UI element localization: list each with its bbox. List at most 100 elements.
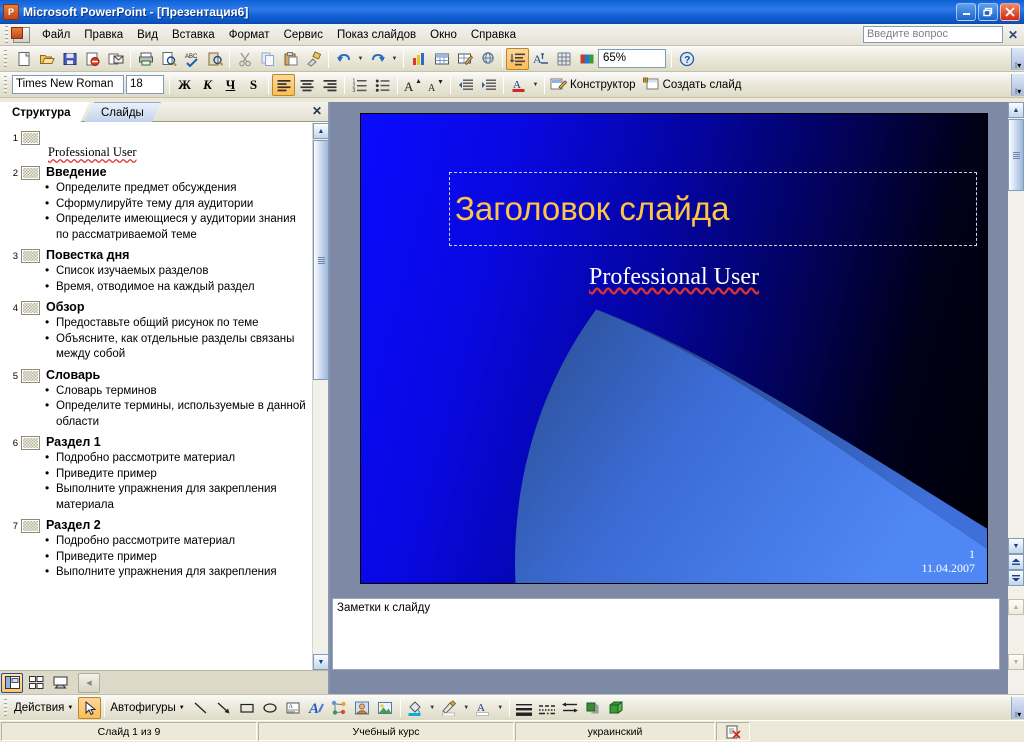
- outline-title[interactable]: Словарь: [46, 367, 100, 383]
- close-pane-button[interactable]: ✕: [312, 104, 322, 118]
- outline-slide-1[interactable]: 1: [4, 129, 308, 145]
- ask-question-input[interactable]: Введите вопрос: [862, 26, 1003, 43]
- chart-icon[interactable]: [407, 48, 430, 70]
- outline-title[interactable]: Обзор: [46, 299, 84, 315]
- menubar-grip[interactable]: [3, 25, 10, 44]
- copy-icon[interactable]: [256, 48, 279, 70]
- open-icon[interactable]: [35, 48, 58, 70]
- expand-all-icon[interactable]: [506, 47, 529, 70]
- help-icon[interactable]: ?: [675, 48, 698, 70]
- menu-item-format[interactable]: Формат: [222, 26, 277, 44]
- notes-pane[interactable]: Заметки к слайду: [332, 598, 1000, 670]
- hyperlink-icon[interactable]: [476, 48, 499, 70]
- picture-icon[interactable]: [374, 697, 397, 719]
- scroll-up-icon[interactable]: ▲: [313, 123, 329, 139]
- restore-button[interactable]: [978, 2, 998, 21]
- menu-item-insert[interactable]: Вставка: [165, 26, 222, 44]
- 3d-style-icon[interactable]: [605, 697, 628, 719]
- increase-font-icon[interactable]: A: [401, 74, 424, 96]
- font-color-icon[interactable]: A: [507, 74, 530, 96]
- slide-canvas[interactable]: Заголовок слайда Professional User 1 11.…: [360, 113, 988, 584]
- formatting-toolbar-grip[interactable]: [2, 75, 9, 94]
- undo-icon[interactable]: [332, 48, 355, 70]
- menu-item-tools[interactable]: Сервис: [277, 26, 330, 44]
- autoshapes-menu-button[interactable]: Автофигуры ▼: [108, 697, 189, 719]
- menu-item-file[interactable]: Файл: [35, 26, 77, 44]
- shadow-style-icon[interactable]: [582, 697, 605, 719]
- line-color-dropdown-icon[interactable]: ▼: [461, 697, 472, 719]
- arrow-icon[interactable]: [213, 697, 236, 719]
- italic-button[interactable]: К: [196, 74, 219, 96]
- outline-bullet[interactable]: Определите предмет обсуждения: [44, 180, 308, 197]
- new-slide-button[interactable]: Создать слайд: [641, 74, 747, 96]
- actions-menu-button[interactable]: Действия ▼: [12, 697, 78, 719]
- next-slide-icon[interactable]: [1008, 570, 1024, 586]
- wordart-icon[interactable]: A: [305, 697, 328, 719]
- chevron-down-icon[interactable]: ▼: [179, 705, 185, 711]
- oval-icon[interactable]: [259, 697, 282, 719]
- diagram-icon[interactable]: [328, 697, 351, 719]
- fill-color-dropdown-icon[interactable]: ▼: [427, 697, 438, 719]
- outline-bullet[interactable]: Время, отводимое на каждый раздел: [44, 279, 308, 296]
- scroll-left-icon[interactable]: ◀: [78, 672, 100, 693]
- outline-bullet[interactable]: Приведите пример: [44, 549, 308, 566]
- outline-title[interactable]: Повестка дня: [46, 247, 129, 263]
- previous-slide-icon[interactable]: [1008, 554, 1024, 570]
- table-icon[interactable]: [430, 48, 453, 70]
- outline-bullet[interactable]: Сформулируйте тему для аудитории: [44, 196, 308, 213]
- line-style-icon[interactable]: [513, 697, 536, 719]
- scrollbar-thumb[interactable]: [1008, 119, 1024, 191]
- chevron-down-icon[interactable]: ▼: [67, 705, 73, 711]
- table-draw-icon[interactable]: [453, 48, 476, 70]
- scroll-down-icon[interactable]: ▼: [1008, 538, 1024, 554]
- select-arrow-icon[interactable]: [78, 696, 102, 719]
- scroll-up-icon[interactable]: ▲: [1008, 102, 1024, 118]
- outline-title[interactable]: Раздел 2: [46, 517, 101, 533]
- outline-content[interactable]: 1 Professional User 2 Введение Определит…: [0, 123, 312, 670]
- fill-color-icon[interactable]: [404, 697, 427, 719]
- underline-button[interactable]: Ч: [219, 74, 242, 96]
- notes-scroll-down-icon[interactable]: ▼: [1008, 654, 1024, 670]
- drawing-toolbar-grip[interactable]: [2, 698, 9, 717]
- toolbar-options-icon[interactable]: ⁝▾: [1011, 47, 1024, 70]
- outline-bullet[interactable]: Объясните, как отдельные разделы связаны…: [44, 331, 308, 363]
- font-size-combo[interactable]: 18: [126, 75, 164, 94]
- slide-scrollbar[interactable]: ▲ ▼ ▲ ▼: [1008, 102, 1024, 694]
- design-button[interactable]: Конструктор: [548, 74, 641, 96]
- align-left-icon[interactable]: [272, 73, 295, 96]
- normal-view-icon[interactable]: [1, 672, 23, 693]
- outline-bullet[interactable]: Список изучаемых разделов: [44, 263, 308, 280]
- undo-dropdown-icon[interactable]: ▼: [355, 48, 366, 70]
- scrollbar-thumb[interactable]: [313, 140, 329, 380]
- rectangle-icon[interactable]: [236, 697, 259, 719]
- slide-sorter-icon[interactable]: [25, 673, 47, 693]
- font-color-icon[interactable]: A: [472, 697, 495, 719]
- outline-bullet[interactable]: Подробно рассмотрите материал: [44, 450, 308, 467]
- tab-slides[interactable]: Слайды: [84, 102, 161, 122]
- font-color-dropdown-icon[interactable]: ▼: [530, 74, 541, 96]
- outline-bullet[interactable]: Предоставьте общий рисунок по теме: [44, 315, 308, 332]
- font-color-dropdown-icon[interactable]: ▼: [495, 697, 506, 719]
- outline-plain-text[interactable]: Professional User: [48, 144, 308, 160]
- outline-title[interactable]: Введение: [46, 164, 107, 180]
- menu-item-help[interactable]: Справка: [464, 26, 523, 44]
- outline-bullet[interactable]: Выполните упражнения для закрепления: [44, 564, 308, 581]
- bullets-icon[interactable]: [371, 74, 394, 96]
- print-preview-icon[interactable]: [157, 48, 180, 70]
- outline-bullet[interactable]: Выполните упражнения для закрепления мат…: [44, 481, 308, 513]
- outline-bullet[interactable]: Определите имеющиеся у аудитории знания …: [44, 211, 308, 243]
- redo-dropdown-icon[interactable]: ▼: [389, 48, 400, 70]
- close-button[interactable]: [1000, 2, 1020, 21]
- dash-style-icon[interactable]: [536, 697, 559, 719]
- outline-slide-7[interactable]: 7 Раздел 2: [4, 517, 308, 533]
- line-icon[interactable]: [190, 697, 213, 719]
- paste-icon[interactable]: [279, 48, 302, 70]
- textbox-icon[interactable]: A: [282, 697, 305, 719]
- zoom-combo[interactable]: 65%: [598, 49, 666, 68]
- color-scheme-icon[interactable]: [575, 48, 598, 70]
- decrease-indent-icon[interactable]: [454, 74, 477, 96]
- research-icon[interactable]: [203, 48, 226, 70]
- toolbar-options-icon[interactable]: ⁝▾: [1011, 696, 1024, 719]
- slide-show-icon[interactable]: [49, 673, 71, 693]
- cut-icon[interactable]: [233, 48, 256, 70]
